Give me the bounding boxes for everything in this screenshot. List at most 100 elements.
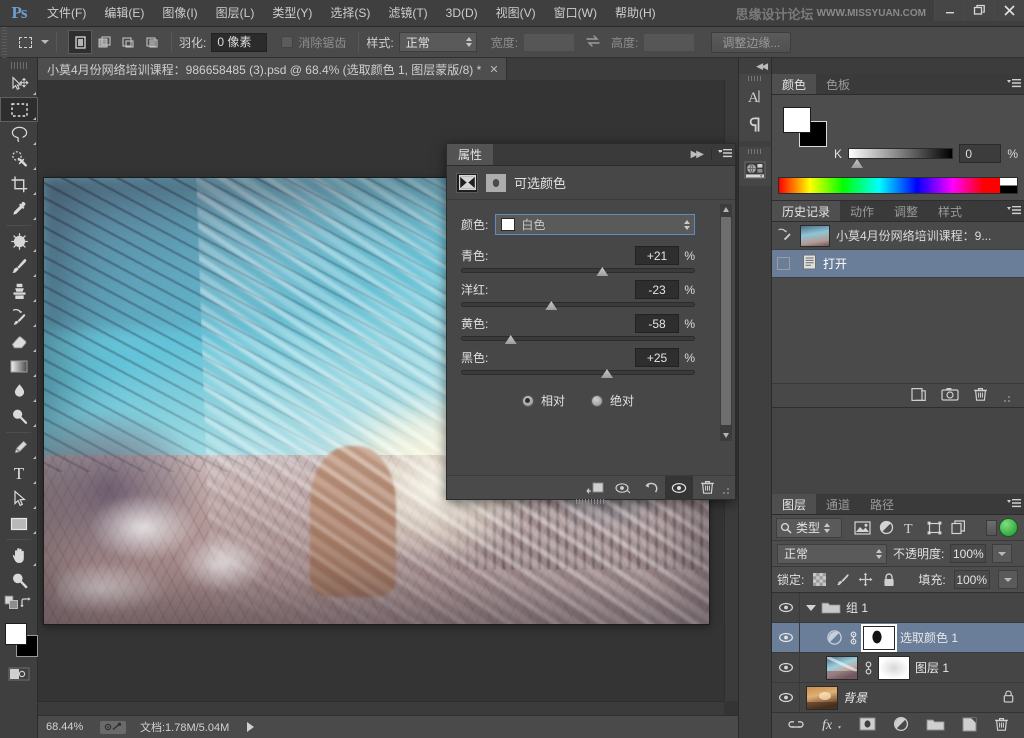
layer-thumbnail[interactable] [806,685,838,710]
expand-dock-icon[interactable]: ◀◀ [739,58,771,74]
history-snapshot-row[interactable]: 小莫4月份网络培训课程：9... [772,222,1024,250]
3d-panel-icon[interactable] [739,156,771,184]
type-tool[interactable]: T [0,461,38,486]
link-icon[interactable] [863,661,873,675]
yellow-slider-track[interactable] [461,335,695,344]
tab-actions[interactable]: 动作 [840,201,884,221]
menu-edit[interactable]: 编辑(E) [95,0,153,27]
refine-edge-button[interactable]: 调整边缘... [711,31,792,53]
panel-menu-icon[interactable] [1004,494,1024,514]
adjustment-filter-icon[interactable] [874,517,898,539]
panel-bottom-grip[interactable] [576,499,606,504]
menu-file[interactable]: 文件(F) [38,0,95,27]
history-brush-source-icon[interactable] [777,227,794,245]
antialias-checkbox[interactable] [281,36,294,48]
layer-visibility-toggle[interactable] [772,623,800,652]
tab-styles[interactable]: 样式 [928,201,972,221]
history-brush-tool[interactable] [0,304,38,329]
brush-tool[interactable] [0,254,38,279]
blend-mode-select[interactable]: 正常 [777,543,887,564]
collapse-panel-icon[interactable]: ▶▶ [685,144,708,165]
menu-layer[interactable]: 图层(L) [207,0,264,27]
add-layer-mask-button[interactable] [859,717,876,734]
radio-relative[interactable]: 相对 [521,392,565,409]
move-tool[interactable] [0,72,38,97]
panel-menu-icon[interactable] [715,144,735,165]
new-selection-button[interactable] [68,30,92,54]
menu-type[interactable]: 类型(Y) [263,0,321,27]
panel-resize-grip[interactable] [721,476,733,499]
color-spectrum-ramp[interactable] [778,177,1018,194]
visibility-button[interactable] [665,475,693,500]
radio-relative-indicator[interactable] [521,394,534,407]
pixel-filter-icon[interactable] [850,517,874,539]
tab-properties[interactable]: 属性 [447,144,494,165]
tab-swatches[interactable]: 色板 [816,74,860,94]
layer-mask-thumbnail[interactable] [878,655,910,680]
rectangular-marquee-tool[interactable] [0,97,38,122]
new-snapshot-button[interactable] [941,387,959,404]
panel-menu-icon[interactable] [1004,74,1024,94]
close-icon[interactable]: ✕ [489,63,498,76]
layer-thumbnail[interactable] [826,655,858,680]
cyan-value-input[interactable]: +21 [635,246,679,265]
feather-input[interactable]: 0 像素 [211,32,268,52]
swap-icon[interactable] [585,34,601,51]
tab-history[interactable]: 历史记录 [772,201,841,221]
default-colors-icon[interactable] [4,595,19,613]
magenta-slider-knob[interactable] [545,301,558,310]
cyan-slider-knob[interactable] [596,267,609,276]
lock-transparent-pixels-icon[interactable] [812,572,827,587]
add-to-selection-button[interactable] [92,30,116,54]
layer-visibility-toggle[interactable] [772,653,800,682]
opacity-input[interactable]: 100% [950,544,987,563]
spot-healing-brush-tool[interactable] [0,229,38,254]
chevron-down-icon[interactable] [41,40,49,44]
magenta-slider-track[interactable] [461,301,695,310]
k-channel-slider[interactable] [848,148,954,168]
layer-mask-icon[interactable] [486,173,506,192]
toggle-preview-button[interactable] [609,476,637,500]
rectangle-tool[interactable] [0,511,38,536]
dock-group-grip[interactable] [739,147,771,156]
zoom-level[interactable]: 68.44% [38,721,100,733]
lasso-tool[interactable] [0,122,38,147]
new-layer-button[interactable] [962,717,977,735]
yellow-slider-knob[interactable] [504,335,517,344]
layer-visibility-toggle[interactable] [772,683,800,712]
black-slider-knob[interactable] [601,369,613,378]
new-document-from-state-button[interactable] [910,387,927,405]
menu-help[interactable]: 帮助(H) [606,0,665,27]
canvas-horizontal-scrollbar[interactable] [38,701,724,715]
tab-layers[interactable]: 图层 [772,494,817,514]
layer-filter-select[interactable]: 类型 [776,517,842,538]
quick-mask-toggle[interactable] [0,663,38,685]
k-channel-knob[interactable] [851,159,864,168]
magenta-value-input[interactable]: -23 [635,280,679,299]
filter-active-indicator[interactable] [999,518,1018,537]
menu-3d[interactable]: 3D(D) [437,0,487,27]
panel-resize-grip[interactable] [1002,384,1014,407]
fill-dropdown-button[interactable] [997,570,1018,589]
smart-object-filter-icon[interactable] [946,517,970,539]
opacity-dropdown-button[interactable] [992,544,1013,563]
layer-visibility-toggle[interactable] [772,593,800,622]
reset-button[interactable] [637,476,665,500]
delete-button[interactable] [693,476,721,500]
toolbox-grip[interactable] [0,58,38,72]
layer-row-layer1[interactable]: 图层 1 [772,653,1024,683]
black-value-input[interactable]: +25 [635,348,679,367]
paragraph-panel-icon[interactable] [739,111,771,139]
gradient-tool[interactable] [0,354,38,379]
layer-row-background[interactable]: 背景 [772,683,1024,713]
lock-position-icon[interactable] [858,572,873,587]
height-input[interactable] [643,32,696,52]
link-layers-button[interactable] [787,718,805,733]
hand-tool[interactable] [0,543,38,568]
toggle-switch-icon[interactable] [986,519,997,536]
swap-colors-icon[interactable] [19,596,33,613]
radio-absolute-indicator[interactable] [591,394,603,407]
close-button[interactable] [994,0,1024,21]
shape-filter-icon[interactable] [922,517,946,539]
clone-stamp-tool[interactable] [0,279,38,304]
